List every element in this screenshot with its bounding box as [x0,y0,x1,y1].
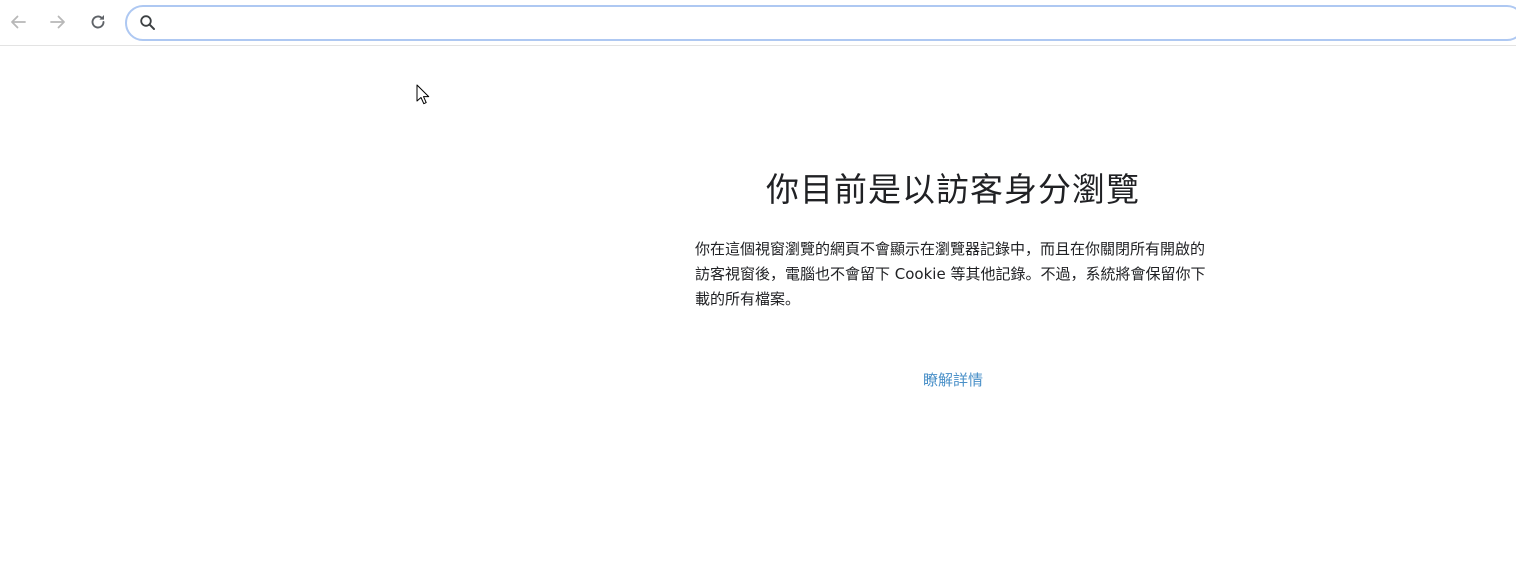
guest-mode-content: 你目前是以訪客身分瀏覽 你在這個視窗瀏覽的網頁不會顯示在瀏覽器記錄中，而且在你關… [695,168,1211,392]
forward-button[interactable] [46,8,70,36]
mouse-cursor-icon [416,84,430,105]
search-icon [140,15,155,30]
reload-button[interactable] [86,8,110,36]
back-button[interactable] [6,8,30,36]
page-title: 你目前是以訪客身分瀏覽 [766,170,1140,209]
guest-mode-description: 你在這個視窗瀏覽的網頁不會顯示在瀏覽器記錄中，而且在你關閉所有開啟的訪客視窗後，… [695,240,1206,308]
arrow-left-icon [11,15,26,29]
omnibox-input[interactable] [167,11,1471,37]
arrow-right-icon [50,15,65,29]
omnibox[interactable] [125,5,1516,41]
learn-more-link[interactable]: 瞭解詳情 [695,368,1211,392]
reload-icon [91,15,105,29]
browser-toolbar [0,0,1516,46]
